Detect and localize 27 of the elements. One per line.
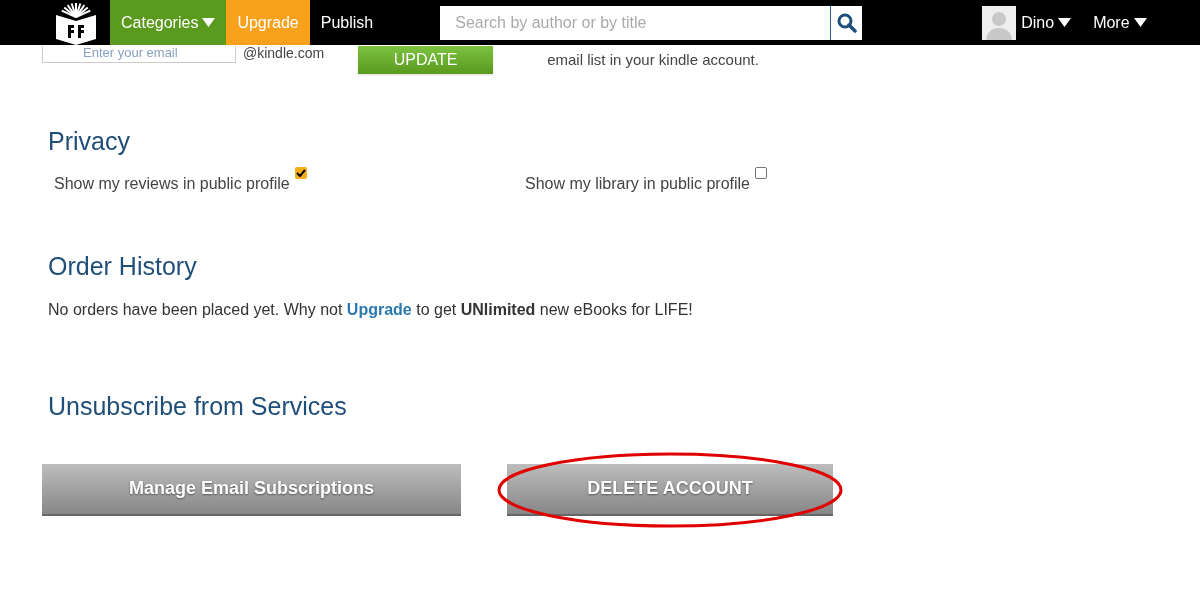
service-button[interactable]: Manage Email Subscriptions bbox=[42, 463, 461, 516]
check-icon bbox=[295, 168, 306, 177]
email-field[interactable]: Enter your email bbox=[42, 46, 236, 63]
checkbox-label: Show my reviews in public profile bbox=[54, 173, 290, 194]
section-heading: Privacy bbox=[48, 126, 131, 157]
search-icon bbox=[836, 12, 857, 33]
service-button[interactable]: DELETE ACCOUNT bbox=[507, 463, 833, 516]
search-button[interactable] bbox=[830, 5, 863, 40]
caret-icon bbox=[1058, 18, 1072, 27]
checkbox[interactable] bbox=[755, 166, 767, 179]
checkbox-label: Show my library in public profile bbox=[525, 173, 750, 194]
search-field[interactable]: Search by author or by title bbox=[440, 5, 831, 40]
nav-link[interactable]: Categories bbox=[110, 0, 227, 45]
section-heading: Order History bbox=[48, 250, 198, 282]
update-button[interactable]: UPDATE bbox=[358, 46, 494, 74]
user-menu[interactable]: Dino bbox=[1021, 10, 1072, 35]
upgrade-link[interactable]: Upgrade bbox=[346, 301, 412, 318]
more-menu[interactable]: More bbox=[1093, 10, 1147, 35]
section-heading: Unsubscribe from Services bbox=[48, 391, 348, 422]
kindle-note: email list in your kindle account. bbox=[547, 50, 759, 70]
order-message: No orders have been placed yet. Why not Upgrade to get UNlimited new eBooks for LIFE! bbox=[48, 300, 694, 320]
email-domain: @kindle.com bbox=[243, 46, 325, 60]
nav-link[interactable]: Upgrade bbox=[226, 0, 310, 45]
caret-icon bbox=[202, 18, 216, 27]
avatar-icon[interactable] bbox=[982, 5, 1017, 40]
caret-icon bbox=[1133, 18, 1147, 27]
checkbox[interactable] bbox=[294, 166, 307, 179]
